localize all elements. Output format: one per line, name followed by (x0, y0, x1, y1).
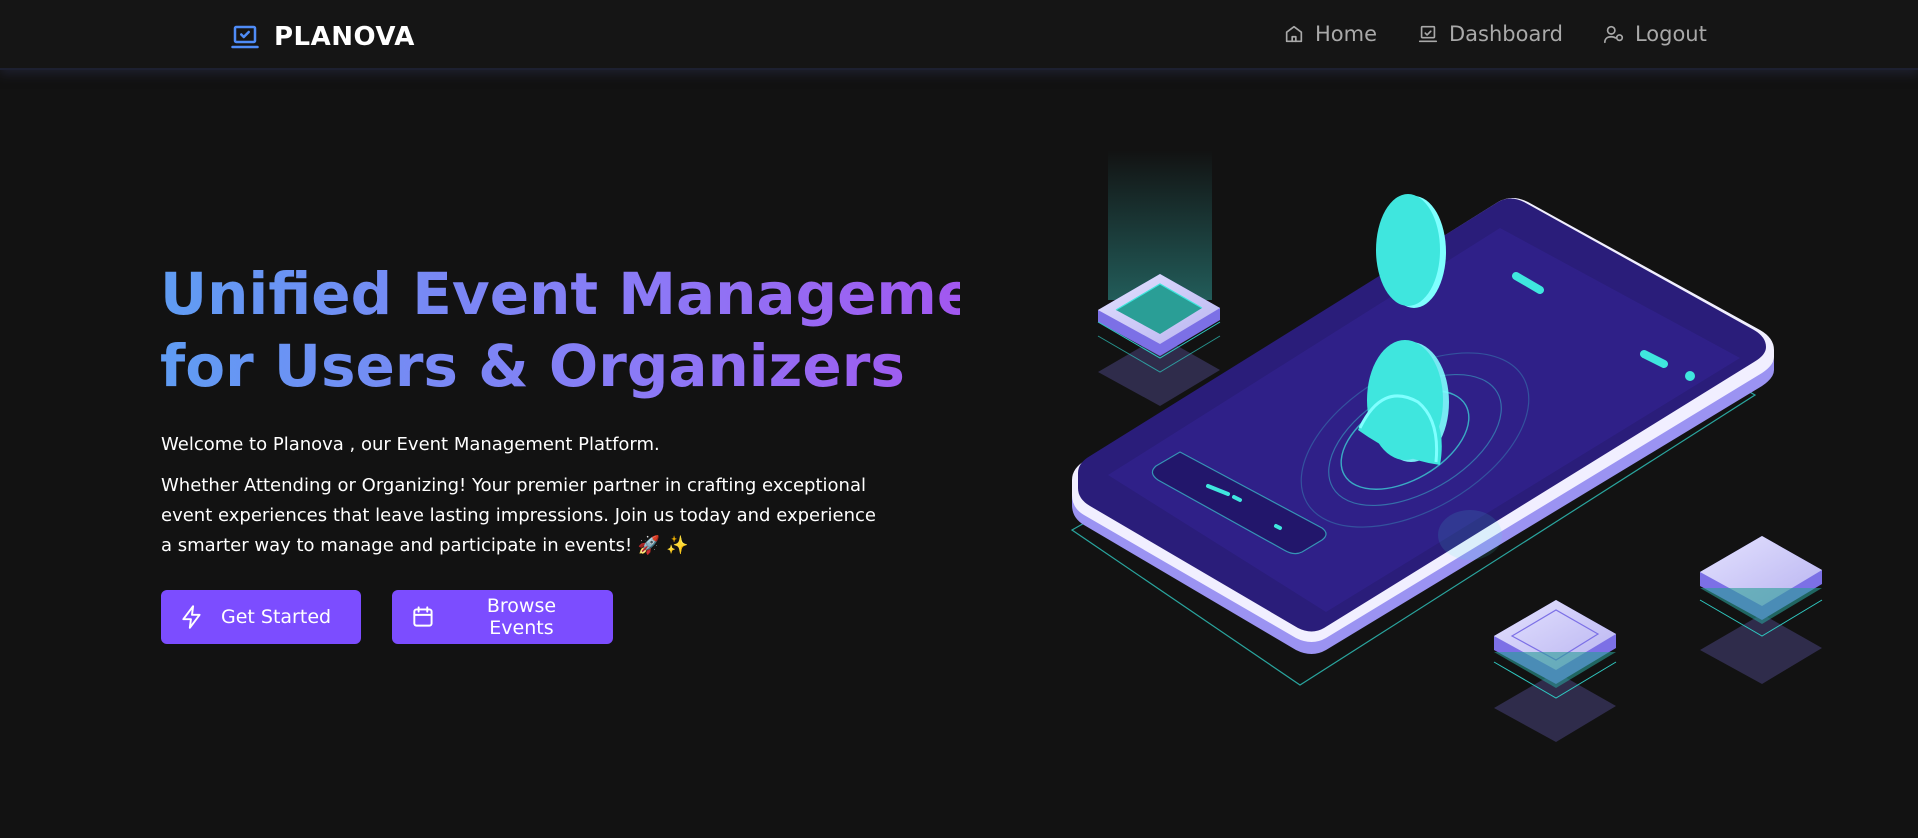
nav-links: Home Dashboard Logout (1283, 22, 1707, 46)
navbar: PLANOVA Home Dashboard Logout (0, 0, 1918, 70)
hero-description: Whether Attending or Organizing! Your pr… (161, 475, 876, 556)
isometric-phone-illustration (1070, 150, 1823, 742)
hero-intro: Welcome to Planova , our Event Managemen… (161, 434, 660, 455)
nav-home-label: Home (1315, 22, 1378, 46)
nav-home-link[interactable]: Home (1283, 22, 1377, 46)
nav-dashboard-label: Dashboard (1449, 22, 1563, 46)
hero-title: Unified Event Management for Users & Org… (160, 258, 960, 402)
lightning-icon (182, 605, 201, 629)
brand-name: PLANOVA (274, 22, 415, 52)
user-logout-icon (1603, 25, 1624, 44)
nav-logout-label: Logout (1634, 22, 1707, 46)
hero-title-line-1: Unified Event Management (160, 260, 1046, 328)
laptop-check-icon (230, 22, 260, 52)
hero-title-line-2: for Users & Organizers (160, 332, 905, 400)
nav-dashboard-link[interactable]: Dashboard (1417, 22, 1563, 46)
browse-events-button[interactable]: Browse Events (392, 590, 613, 644)
browse-events-label: Browse Events (486, 595, 557, 639)
calendar-icon (413, 606, 433, 627)
dashboard-icon (1418, 25, 1438, 43)
get-started-button[interactable]: Get Started (161, 590, 361, 644)
get-started-label: Get Started (221, 606, 332, 628)
home-icon (1285, 25, 1303, 43)
brand[interactable]: PLANOVA (230, 20, 415, 54)
nav-logout-link[interactable]: Logout (1603, 22, 1707, 46)
